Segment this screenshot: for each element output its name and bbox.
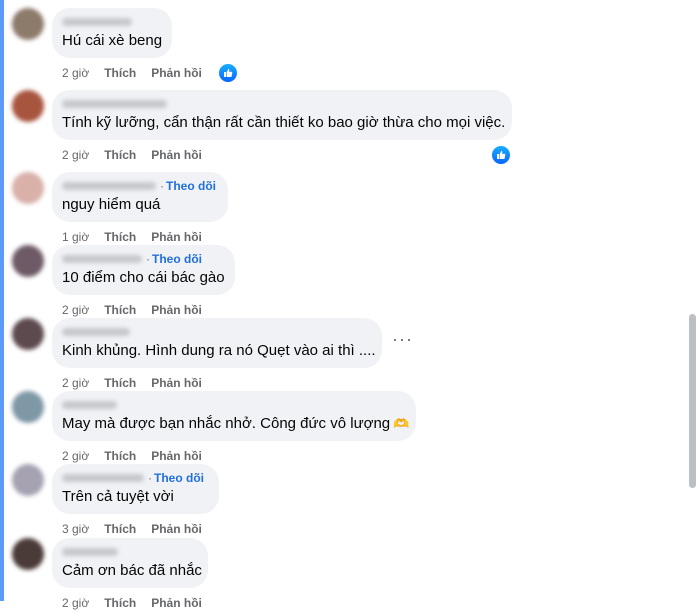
- comment-time[interactable]: 2 giờ: [62, 376, 89, 390]
- avatar[interactable]: [12, 172, 44, 204]
- like-reaction-icon[interactable]: [218, 63, 238, 83]
- comment-bubble: Kinh khủng. Hình dung ra nó Quẹt vào ai …: [52, 318, 382, 368]
- comment-actions: 1 giờ Thích Phản hồi: [62, 230, 217, 244]
- like-button[interactable]: Thích: [104, 376, 136, 390]
- avatar[interactable]: [12, 464, 44, 496]
- comment-text: nguy hiểm quá: [62, 196, 161, 213]
- comment-text: Trên cả tuyệt vời: [62, 488, 174, 505]
- avatar[interactable]: [12, 538, 44, 570]
- comment-text: 10 điểm cho cái bác gào: [62, 269, 225, 286]
- commenter-name[interactable]: [62, 325, 370, 339]
- comment-bubble: Tính kỹ lưỡng, cẩn thận rất cần thiết ko…: [52, 90, 512, 140]
- follow-button[interactable]: Theo dõi: [166, 179, 216, 193]
- commenter-name[interactable]: [62, 398, 404, 412]
- reply-button[interactable]: Phản hồi: [151, 148, 202, 162]
- comment-time[interactable]: 3 giờ: [62, 522, 89, 536]
- reply-button[interactable]: Phản hồi: [151, 522, 202, 536]
- comment-time[interactable]: 2 giờ: [62, 303, 89, 317]
- comment-bubble: · Theo dõi Trên cả tuyệt vời: [52, 464, 219, 514]
- comment-text: May mà được bạn nhắc nhở. Công đức vô lư…: [62, 415, 410, 432]
- like-button[interactable]: Thích: [104, 66, 136, 80]
- follow-button[interactable]: Theo dõi: [154, 471, 204, 485]
- comment-bubble: Hú cái xè beng: [52, 8, 172, 58]
- heart-hands-icon: 🫶: [393, 416, 410, 431]
- scrollbar-track[interactable]: [687, 0, 697, 601]
- avatar[interactable]: [12, 391, 44, 423]
- reply-button[interactable]: Phản hồi: [151, 449, 202, 463]
- comment-time[interactable]: 2 giờ: [62, 66, 89, 80]
- commenter-name: · Theo dõi: [62, 252, 223, 266]
- comment-actions: 2 giờ Thích Phản hồi: [62, 148, 217, 162]
- commenter-name[interactable]: [62, 15, 160, 29]
- comment-actions: 2 giờ Thích Phản hồi: [62, 596, 217, 610]
- left-accent-bar: [0, 0, 4, 601]
- comment-time[interactable]: 2 giờ: [62, 449, 89, 463]
- commenter-name: · Theo dõi: [62, 179, 216, 193]
- comment-actions: 2 giờ Thích Phản hồi: [62, 376, 217, 390]
- scrollbar-thumb[interactable]: [689, 314, 696, 488]
- reply-button[interactable]: Phản hồi: [151, 230, 202, 244]
- follow-button[interactable]: Theo dõi: [152, 252, 202, 266]
- like-button[interactable]: Thích: [104, 449, 136, 463]
- comment-actions: 2 giờ Thích Phản hồi: [62, 66, 217, 80]
- like-button[interactable]: Thích: [104, 596, 136, 610]
- comment-bubble: May mà được bạn nhắc nhở. Công đức vô lư…: [52, 391, 416, 441]
- comment-text: Cảm ơn bác đã nhắc: [62, 562, 202, 579]
- comment-bubble: Cảm ơn bác đã nhắc: [52, 538, 208, 588]
- comment-text: Kinh khủng. Hình dung ra nó Quẹt vào ai …: [62, 342, 376, 359]
- comment-actions: 3 giờ Thích Phản hồi: [62, 522, 217, 536]
- reply-button[interactable]: Phản hồi: [151, 376, 202, 390]
- reply-button[interactable]: Phản hồi: [151, 596, 202, 610]
- comment-time[interactable]: 2 giờ: [62, 148, 89, 162]
- reply-button[interactable]: Phản hồi: [151, 66, 202, 80]
- comment-actions: 2 giờ Thích Phản hồi: [62, 303, 217, 317]
- like-button[interactable]: Thích: [104, 148, 136, 162]
- comment-text: Tính kỹ lưỡng, cẩn thận rất cần thiết ko…: [62, 114, 506, 131]
- reply-button[interactable]: Phản hồi: [151, 303, 202, 317]
- comment-bubble: · Theo dõi 10 điểm cho cái bác gào: [52, 245, 235, 295]
- avatar[interactable]: [12, 8, 44, 40]
- avatar[interactable]: [12, 90, 44, 122]
- avatar[interactable]: [12, 245, 44, 277]
- commenter-name: · Theo dõi: [62, 471, 207, 485]
- comment-time[interactable]: 2 giờ: [62, 596, 89, 610]
- avatar[interactable]: [12, 318, 44, 350]
- comment-text: Hú cái xè beng: [62, 32, 163, 49]
- like-reaction-icon[interactable]: [491, 145, 511, 165]
- comment-time[interactable]: 1 giờ: [62, 230, 89, 244]
- comment-bubble: · Theo dõi nguy hiểm quá: [52, 172, 228, 222]
- like-button[interactable]: Thích: [104, 303, 136, 317]
- like-button[interactable]: Thích: [104, 230, 136, 244]
- comment-actions: 2 giờ Thích Phản hồi: [62, 449, 217, 463]
- more-options-icon[interactable]: ···: [392, 330, 413, 348]
- commenter-name[interactable]: [62, 545, 196, 559]
- commenter-name[interactable]: [62, 97, 500, 111]
- like-button[interactable]: Thích: [104, 522, 136, 536]
